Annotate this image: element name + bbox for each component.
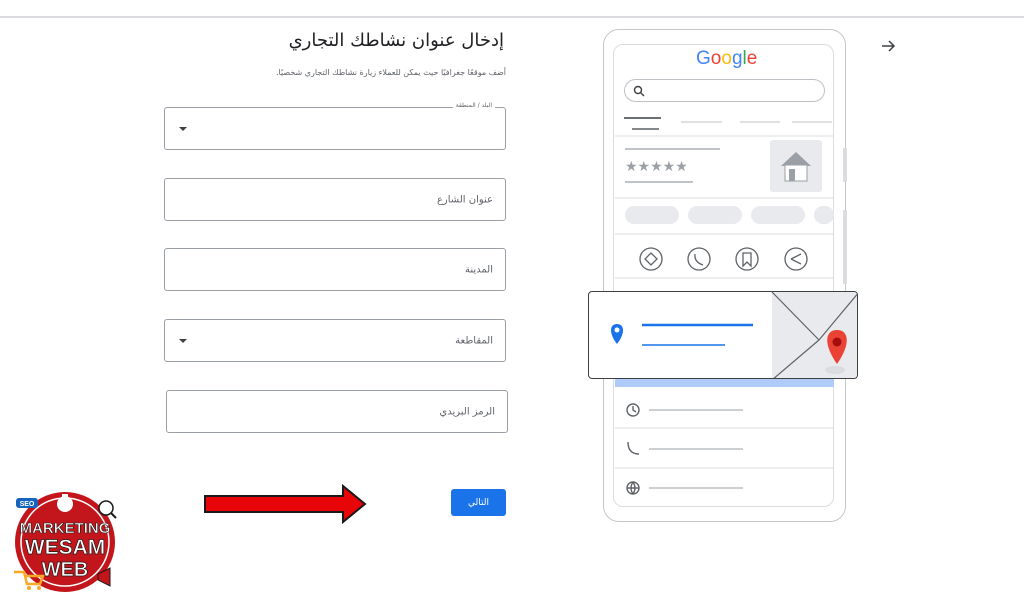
phone-icon [687,247,711,271]
header-divider [0,16,1024,18]
map-illustration [611,292,857,378]
street-address-label: عنوان الشارع [436,194,493,205]
rating-stars: ★★★★★ [625,159,688,175]
next-button[interactable]: التالي [451,489,506,516]
postal-code-field[interactable]: الرمز البريدي [166,390,508,433]
svg-text:WESAM: WESAM [25,536,106,559]
marketing-wesam-web-logo: MARKETING WESAM WEB SEO [14,492,117,592]
search-icon [633,85,645,97]
arrow-forward-icon[interactable] [880,38,896,54]
directions-icon [639,247,663,271]
svg-text:MARKETING: MARKETING [20,520,111,537]
location-pin-icon [611,324,623,344]
postal-code-label: الرمز البريدي [439,406,495,417]
bookmark-icon [735,247,759,271]
search-bar-illustration [624,79,825,102]
page-title: إدخال عنوان نشاطك التجاري [288,30,504,51]
red-arrow-icon [204,484,367,524]
business-address-step: إدخال عنوان نشاطك التجاري أضف موقعًا جغر… [0,0,1024,614]
province-select[interactable]: المقاطعة [164,319,506,362]
city-label: المدينة [464,264,493,275]
phone-icon [627,441,640,455]
country-region-select[interactable]: البلد / المنطقة [164,102,506,150]
page-subtitle: أضف موقعًا جغرافيًا حيث يمكن للعملاء زيا… [275,68,506,77]
google-logo: Google [696,48,758,69]
chevron-down-icon [179,338,187,343]
province-label: المقاطعة [455,335,493,346]
svg-text:SEO: SEO [20,501,35,508]
share-icon [784,247,808,271]
street-address-field[interactable]: عنوان الشارع [164,178,506,221]
chevron-down-icon [179,126,187,131]
country-region-label: البلد / المنطقة [452,102,495,109]
address-map-card [588,291,858,379]
svg-text:WEB: WEB [42,559,89,581]
city-field[interactable]: المدينة [164,248,506,291]
